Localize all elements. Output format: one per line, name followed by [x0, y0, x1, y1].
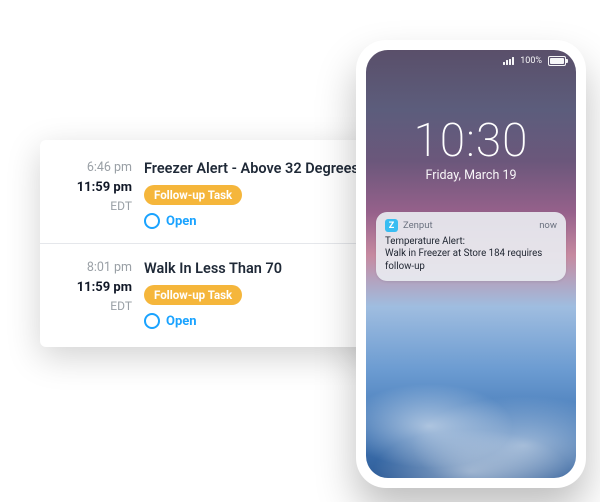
notification-body: Walk in Freezer at Store 184 requires fo… [385, 248, 557, 273]
battery-icon [548, 56, 566, 66]
clock-date: Friday, March 19 [366, 168, 576, 183]
followup-badge: Follow-up Task [144, 285, 242, 305]
phone-mockup: 100% 10:30 Friday, March 19 Z Zenput now… [356, 40, 586, 488]
followup-badge: Follow-up Task [144, 185, 242, 205]
open-circle-icon [144, 313, 160, 329]
alert-timezone: EDT [54, 198, 132, 214]
lockscreen-clock: 10:30 Friday, March 19 [366, 118, 576, 183]
wallpaper-clouds [366, 348, 576, 478]
alert-start-time: 6:46 pm [54, 160, 132, 177]
clock-time: 10:30 [366, 118, 576, 164]
time-column: 6:46 pm 11:59 pm EDT [54, 160, 144, 215]
signal-icon [503, 57, 514, 65]
status-label: Open [166, 314, 197, 329]
notification-title: Temperature Alert: [385, 236, 557, 248]
notification-time: now [539, 220, 557, 231]
push-notification[interactable]: Z Zenput now Temperature Alert: Walk in … [376, 212, 566, 281]
app-icon: Z [385, 219, 398, 232]
battery-percent: 100% [520, 56, 542, 66]
phone-lockscreen: 100% 10:30 Friday, March 19 Z Zenput now… [366, 50, 576, 478]
alert-end-time: 11:59 pm [54, 279, 132, 297]
phone-status-bar: 100% [366, 56, 576, 66]
alert-timezone: EDT [54, 298, 132, 314]
time-column: 8:01 pm 11:59 pm EDT [54, 260, 144, 315]
status-label: Open [166, 214, 197, 229]
open-circle-icon [144, 213, 160, 229]
alert-start-time: 8:01 pm [54, 260, 132, 277]
app-name: Zenput [403, 220, 433, 231]
alert-end-time: 11:59 pm [54, 179, 132, 197]
